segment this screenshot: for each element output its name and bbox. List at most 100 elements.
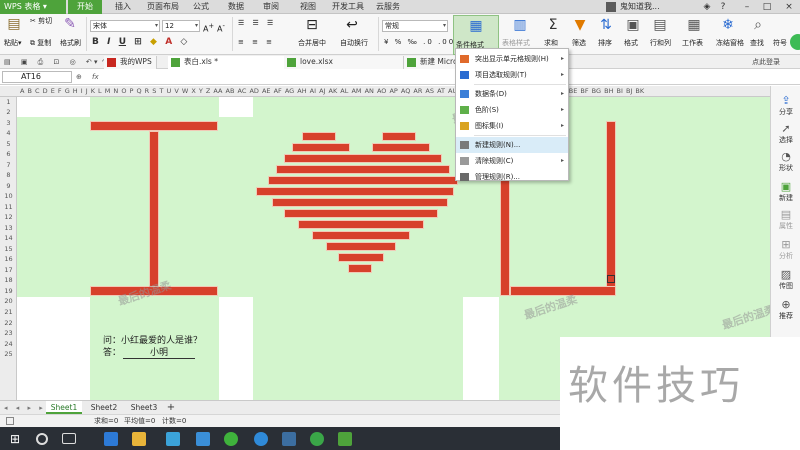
row-number[interactable]: 10 bbox=[0, 191, 17, 201]
fill-color-icon[interactable]: ◆ bbox=[150, 37, 157, 47]
doc-tab-mywps[interactable]: 我的WPS bbox=[104, 56, 157, 69]
sort-button[interactable]: 排序 bbox=[598, 38, 612, 48]
bird-app-icon[interactable] bbox=[166, 432, 180, 446]
new-button[interactable]: ▣ 新建 bbox=[771, 180, 800, 203]
sheet-tab-2[interactable]: Sheet2 bbox=[86, 401, 122, 414]
table-style-icon[interactable]: ▥ bbox=[512, 17, 528, 33]
tab-home[interactable]: 开始 bbox=[68, 0, 102, 14]
skin-icon[interactable]: ◈ bbox=[700, 0, 714, 14]
italic-icon[interactable]: I bbox=[107, 37, 110, 47]
table-style-button[interactable]: 表格样式 bbox=[502, 38, 530, 48]
paste-button[interactable]: 粘贴▾ bbox=[4, 38, 22, 48]
cut-button[interactable]: ✂ 剪切 bbox=[30, 16, 52, 26]
sum-button[interactable]: 求和 bbox=[544, 38, 558, 48]
row-number[interactable]: 9 bbox=[0, 181, 17, 191]
row-number[interactable]: 4 bbox=[0, 128, 17, 138]
menu-item-clear-rules[interactable]: 清除规则(C) ▸ bbox=[456, 153, 568, 169]
font-shrink-icon[interactable]: A- bbox=[217, 21, 225, 35]
row-number[interactable]: 15 bbox=[0, 244, 17, 254]
row-number[interactable]: 24 bbox=[0, 339, 17, 349]
active-cell[interactable] bbox=[607, 275, 615, 283]
row-number[interactable]: 17 bbox=[0, 265, 17, 275]
filter-button[interactable]: 筛选 bbox=[572, 38, 586, 48]
doc-tab-biaobai[interactable]: 表白.xls * bbox=[168, 56, 290, 69]
font-size-select[interactable]: 12 ▾ bbox=[162, 20, 200, 32]
font-name-select[interactable]: 宋体 ▾ bbox=[90, 20, 160, 32]
column-header[interactable]: A B C D E F G H I J K L M N O P Q R S T … bbox=[0, 86, 770, 97]
auto-wrap-button[interactable]: 自动换行 bbox=[340, 38, 368, 48]
tab-data[interactable]: 数据 bbox=[223, 0, 249, 14]
row-number[interactable]: 22 bbox=[0, 318, 17, 328]
edge-browser-icon[interactable] bbox=[104, 432, 118, 446]
clear-icon[interactable]: ◇ bbox=[180, 37, 187, 47]
font-color-icon[interactable]: A bbox=[165, 37, 172, 47]
row-header[interactable]: 1 2 3 4 5 6 7 8 9 10 11 12 13 14 15 16 17 18 19 20 21 22 23 24 2… bbox=[0, 97, 17, 400]
menu-item-color-scales[interactable]: 色阶(S) ▸ bbox=[456, 102, 568, 118]
tab-page-layout[interactable]: 页面布局 bbox=[143, 0, 183, 14]
menu-item-icon-sets[interactable]: 图标集(I) ▸ bbox=[456, 118, 568, 134]
online-badge-icon[interactable] bbox=[790, 34, 800, 50]
search-icon[interactable] bbox=[36, 433, 48, 445]
tab-review[interactable]: 审阅 bbox=[258, 0, 284, 14]
row-number[interactable]: 16 bbox=[0, 254, 17, 264]
avatar[interactable] bbox=[606, 2, 616, 12]
fx-label[interactable]: fx bbox=[92, 72, 99, 82]
close-icon[interactable]: × bbox=[782, 0, 796, 14]
sheet-nav-arrows[interactable]: ◂ ◂ ▸ ▸ bbox=[4, 403, 46, 413]
row-number[interactable]: 6 bbox=[0, 149, 17, 159]
merge-icon[interactable]: ⊟ bbox=[304, 17, 320, 33]
format-icon[interactable]: ▣ bbox=[625, 17, 641, 33]
row-number[interactable]: 21 bbox=[0, 307, 17, 317]
worksheet-button[interactable]: 工作表 bbox=[682, 38, 703, 48]
name-box[interactable]: AT16 bbox=[2, 71, 72, 83]
task-view-icon[interactable] bbox=[62, 433, 76, 444]
macro-icon[interactable] bbox=[6, 417, 14, 425]
border-icon[interactable]: ⊞ bbox=[134, 37, 142, 47]
row-number[interactable]: 3 bbox=[0, 118, 17, 128]
upload-image-button[interactable]: ▨ 传图 bbox=[771, 268, 800, 291]
menu-item-manage-rules[interactable]: 管理规则(R)... bbox=[456, 169, 568, 185]
row-number[interactable]: 14 bbox=[0, 233, 17, 243]
wps-spreadsheet-icon[interactable] bbox=[338, 432, 352, 446]
merge-center-button[interactable]: 合并居中 bbox=[298, 38, 326, 48]
recommend-button[interactable]: ⊕ 推荐 bbox=[771, 298, 800, 321]
underline-icon[interactable]: U bbox=[119, 37, 126, 47]
row-number[interactable]: 13 bbox=[0, 223, 17, 233]
number-format-select[interactable]: 常规 ▾ bbox=[382, 20, 448, 32]
sheet-tab-1[interactable]: Sheet1 bbox=[46, 401, 82, 414]
doc-tab-love[interactable]: love.xlsx bbox=[284, 56, 404, 69]
user-name[interactable]: 鬼知道我... bbox=[620, 0, 660, 14]
row-col-icon[interactable]: ▤ bbox=[652, 17, 668, 33]
answer-value[interactable]: 小明 bbox=[123, 345, 195, 359]
file-explorer-icon[interactable] bbox=[132, 432, 146, 446]
zoom-icon[interactable]: ⊕ bbox=[76, 72, 82, 82]
number-tools[interactable]: ¥ % ‰ .0 .00 bbox=[384, 37, 455, 47]
sort-icon[interactable]: ⇅ bbox=[598, 17, 614, 33]
answer-label[interactable]: 答： bbox=[103, 345, 121, 358]
sheet-tab-3[interactable]: Sheet3 bbox=[126, 401, 162, 414]
add-sheet-button[interactable]: + bbox=[164, 401, 178, 414]
row-number[interactable]: 25 bbox=[0, 349, 17, 359]
bold-icon[interactable]: B bbox=[92, 37, 99, 47]
symbol-button[interactable]: 符号 bbox=[773, 38, 787, 48]
menu-item-data-bars[interactable]: 数据条(D) ▸ bbox=[456, 86, 568, 102]
align-top-icon[interactable]: ☰ ☰ ☰ bbox=[238, 18, 276, 28]
wrap-icon[interactable]: ↩ bbox=[344, 17, 360, 33]
tab-cloud[interactable]: 云服务 bbox=[372, 0, 404, 14]
font-grow-icon[interactable]: A+ bbox=[203, 21, 214, 35]
quick-access-dropdown-icon[interactable]: ▾ bbox=[94, 57, 98, 67]
filter-icon[interactable]: ▼ bbox=[572, 17, 588, 33]
row-number[interactable]: 23 bbox=[0, 328, 17, 338]
select-button[interactable]: ➚ 选择 bbox=[771, 122, 800, 145]
shape-button[interactable]: ◔ 形状 bbox=[771, 150, 800, 173]
tab-insert[interactable]: 插入 bbox=[110, 0, 136, 14]
row-number[interactable]: 5 bbox=[0, 139, 17, 149]
app-k-icon[interactable] bbox=[254, 432, 268, 446]
wps-app-menu-button[interactable]: WPS 表格 ▾ bbox=[0, 0, 66, 14]
row-number[interactable]: 7 bbox=[0, 160, 17, 170]
wps-writer-icon[interactable] bbox=[196, 432, 210, 446]
help-icon[interactable]: ? bbox=[716, 0, 730, 14]
menu-item-top-bottom[interactable]: 项目选取规则(T) ▸ bbox=[456, 67, 568, 83]
format-button[interactable]: 格式 bbox=[624, 38, 638, 48]
row-number[interactable]: 20 bbox=[0, 296, 17, 306]
